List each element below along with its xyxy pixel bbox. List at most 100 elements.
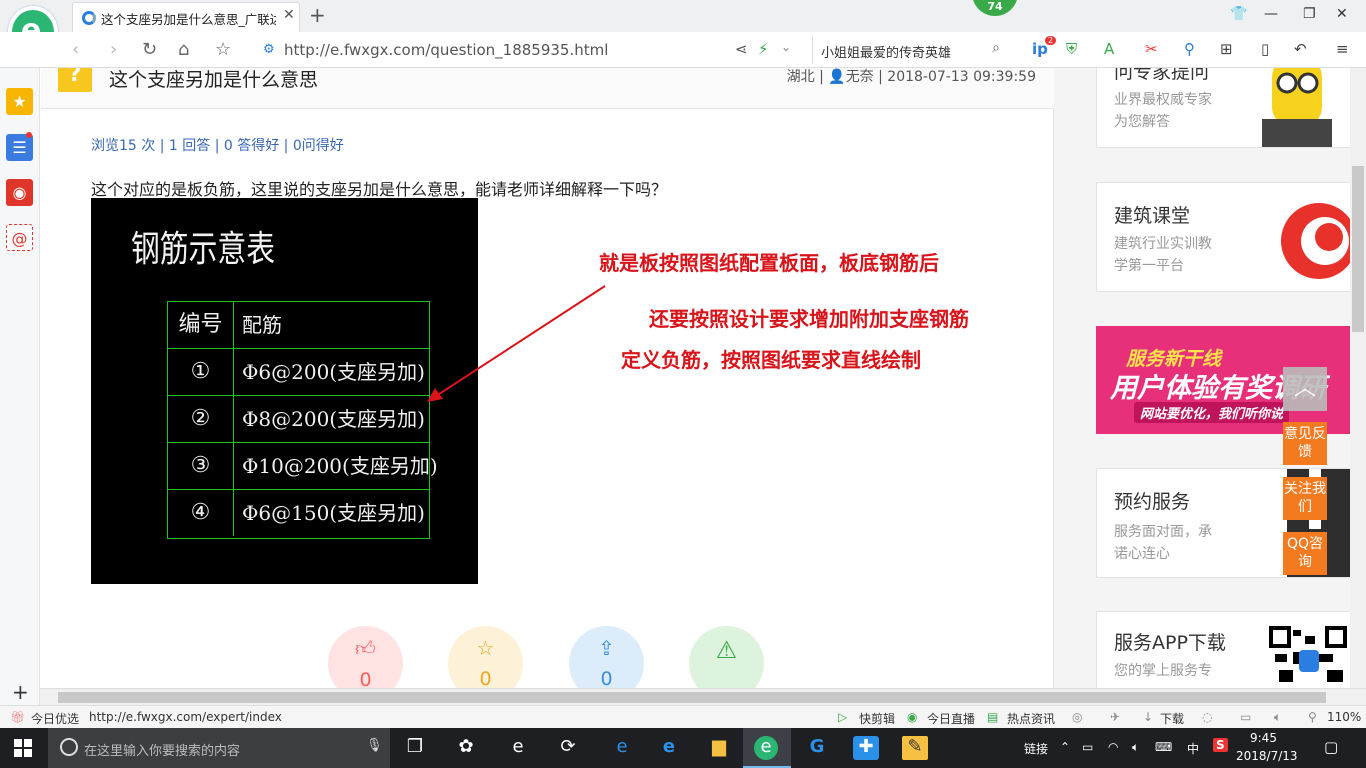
task-view-icon[interactable]: ❐ bbox=[402, 736, 428, 760]
bookmark-star-button[interactable]: ☆ bbox=[215, 39, 231, 60]
back-button[interactable]: ‹ bbox=[72, 39, 79, 60]
sogou-ime-icon[interactable]: S bbox=[1213, 738, 1228, 752]
app-ie-e-icon[interactable]: e bbox=[505, 736, 531, 760]
annotation-line-3: 定义负筋，按照图纸要求直线绘制 bbox=[621, 348, 921, 372]
site-info-icon[interactable]: ⚙ bbox=[263, 42, 275, 57]
status-live[interactable]: 今日直播 bbox=[927, 710, 975, 727]
app-g-icon[interactable]: G bbox=[804, 736, 830, 760]
share-page-icon[interactable]: ⋖ bbox=[735, 40, 748, 58]
notes-icon[interactable]: ✎ bbox=[902, 736, 928, 760]
horizontal-scroll-thumb[interactable] bbox=[58, 692, 1326, 703]
favorites-icon[interactable]: ★ bbox=[6, 88, 33, 115]
reader-mode-icon[interactable]: ▯ bbox=[1261, 40, 1269, 58]
skin-icon[interactable]: 👕 bbox=[1230, 6, 1247, 22]
app-spiral-icon[interactable]: ⟳ bbox=[555, 736, 581, 760]
reload-button[interactable]: ↻ bbox=[142, 39, 157, 60]
recycle-icon[interactable]: ◌ bbox=[1202, 710, 1212, 724]
chevron-down-icon[interactable]: ⌄ bbox=[781, 40, 791, 54]
minimize-button[interactable]: — bbox=[1264, 6, 1278, 22]
pin-icon[interactable]: ✈ bbox=[1110, 710, 1120, 724]
translate-icon[interactable]: A bbox=[1104, 40, 1114, 58]
keyboard-icon[interactable]: ⌨ bbox=[1155, 740, 1172, 754]
shield-icon[interactable]: ⛨ bbox=[1066, 40, 1077, 58]
share-button[interactable]: ⇪ 0 bbox=[569, 626, 644, 688]
accelerate-icon[interactable]: ◎ bbox=[1072, 710, 1082, 724]
thumb-up-icon: 👍︎ bbox=[355, 636, 376, 660]
speed-mode-icon[interactable]: ⚡ bbox=[758, 40, 769, 58]
forward-button[interactable]: › bbox=[110, 39, 117, 60]
news-icon[interactable]: ☰ bbox=[6, 134, 33, 161]
follow-us-button[interactable]: 关注我们 bbox=[1283, 477, 1327, 520]
start-button[interactable] bbox=[14, 739, 32, 757]
file-explorer-icon[interactable]: ▆ bbox=[706, 736, 732, 760]
rebar-cad-image[interactable]: 钢筋示意表 编号 配筋 ① Φ6@200(支座另加) ② Φ8@200(支座另加… bbox=[91, 198, 478, 584]
app-plus-icon[interactable]: ✚ bbox=[853, 736, 879, 760]
browser-taskbar-icon[interactable]: e bbox=[754, 736, 778, 760]
volume-tray-icon[interactable]: 🔈︎ bbox=[1132, 740, 1139, 755]
question-meta: 湖北 | 👤无奈 | 2018-07-13 09:39:59 bbox=[786, 69, 1036, 85]
weibo-icon[interactable]: ◉ bbox=[6, 179, 33, 206]
status-daily-pick[interactable]: 今日优选 bbox=[31, 710, 79, 727]
search-input[interactable]: 小姐姐最爱的传奇英雄 bbox=[821, 42, 951, 61]
window-icon[interactable]: ▭ bbox=[1240, 710, 1251, 724]
header-no: 编号 bbox=[168, 302, 234, 348]
taskbar-search[interactable]: 在这里输入你要搜索的内容 🎙︎ bbox=[48, 728, 390, 768]
search-icon[interactable]: ⌕ bbox=[992, 40, 1000, 56]
app-download-card[interactable]: 服务APP下载 您的掌上服务专 bbox=[1096, 611, 1351, 688]
gift-icon[interactable]: 🎁︎ bbox=[10, 710, 25, 724]
status-quick-clip[interactable]: 快剪辑 bbox=[859, 710, 895, 727]
horizontal-scrollbar[interactable] bbox=[40, 688, 1366, 705]
card-desc: 为您解答 bbox=[1114, 114, 1170, 130]
vertical-scrollbar[interactable] bbox=[1350, 68, 1366, 688]
taskbar-search-input[interactable]: 在这里输入你要搜索的内容 bbox=[84, 740, 240, 759]
row-rebar: Φ10@200(支座另加) bbox=[242, 454, 438, 478]
ime-indicator[interactable]: 中 bbox=[1187, 740, 1199, 757]
report-button[interactable]: ⚠ bbox=[689, 626, 764, 688]
tray-links[interactable]: 链接 bbox=[1024, 740, 1048, 757]
cad-title: 钢筋示意表 bbox=[131, 229, 276, 270]
notification-center-icon[interactable]: ▢ bbox=[1324, 738, 1338, 756]
question-stats[interactable]: 浏览15 次 | 1 回答 | 0 答得好 | 0问得好 bbox=[91, 135, 344, 155]
clock-time[interactable]: 9:45 bbox=[1250, 731, 1277, 745]
screenshot-icon[interactable]: ✂ bbox=[1145, 40, 1158, 58]
feedback-button[interactable]: 意见反馈 bbox=[1283, 422, 1327, 465]
status-hot-news[interactable]: 热点资讯 bbox=[1007, 710, 1055, 727]
search-box[interactable]: 小姐姐最爱的传奇英雄 ⌕ bbox=[812, 36, 1010, 64]
new-tab-button[interactable]: + bbox=[309, 3, 326, 27]
vertical-scroll-thumb[interactable] bbox=[1352, 166, 1364, 332]
volume-icon[interactable]: 🔈︎ bbox=[1274, 710, 1281, 725]
card-title: 建筑课堂 bbox=[1114, 205, 1191, 227]
zoom-level[interactable]: 110% bbox=[1327, 710, 1361, 724]
qq-consult-button[interactable]: QQ咨询 bbox=[1283, 532, 1327, 575]
status-download[interactable]: 下载 bbox=[1160, 710, 1184, 727]
mail-icon[interactable]: @ bbox=[6, 224, 33, 251]
url-field[interactable]: http://e.fwxgx.com/question_1885935.html bbox=[284, 41, 608, 59]
back-to-top-button[interactable]: ︿ bbox=[1283, 367, 1327, 411]
close-window-button[interactable]: ✕ bbox=[1336, 6, 1348, 22]
find-icon[interactable]: ⚲ bbox=[1184, 40, 1195, 58]
building-course-card[interactable]: 建筑课堂 建筑行业实训教 学第一平台 bbox=[1096, 182, 1351, 292]
like-button[interactable]: 👍︎ 0 bbox=[328, 626, 403, 688]
apps-icon[interactable]: ⊞ bbox=[1220, 40, 1233, 58]
question-header: ? 这个支座另加是什么意思 湖北 | 👤无奈 | 2018-07-13 09:3… bbox=[41, 68, 1054, 109]
microphone-icon[interactable]: 🎙︎ bbox=[366, 738, 383, 753]
add-sidebar-button[interactable]: + bbox=[12, 680, 29, 704]
row-rebar: Φ6@150(支座另加) bbox=[242, 501, 425, 525]
home-button[interactable]: ⌂ bbox=[178, 39, 189, 60]
maximize-button[interactable]: ❐ bbox=[1303, 6, 1316, 22]
ask-expert-card[interactable]: 问专家提问 业界最权威专家 为您解答 bbox=[1096, 68, 1351, 148]
clock-date[interactable]: 2018/7/13 bbox=[1236, 749, 1298, 763]
battery-icon[interactable]: ▭ bbox=[1082, 740, 1093, 754]
undo-close-icon[interactable]: ↶ bbox=[1294, 40, 1307, 58]
menu-icon[interactable]: ≡ bbox=[1336, 40, 1349, 58]
wifi-icon[interactable]: ◠ bbox=[1108, 740, 1118, 754]
tray-expand-icon[interactable]: ⌃ bbox=[1060, 740, 1070, 754]
ie-icon[interactable]: e bbox=[656, 736, 682, 760]
app-pinwheel-icon[interactable]: ✿ bbox=[453, 736, 479, 760]
warning-icon: ⚠ bbox=[715, 636, 738, 664]
browser-tab[interactable]: 这个支座另加是什么意思_广联达 ✕ bbox=[72, 2, 300, 32]
edge-icon[interactable]: e bbox=[609, 736, 635, 760]
favorite-button[interactable]: ☆ 0 bbox=[448, 626, 523, 688]
score-badge[interactable]: 74 bbox=[972, 0, 1018, 16]
close-tab-icon[interactable]: ✕ bbox=[283, 7, 295, 23]
